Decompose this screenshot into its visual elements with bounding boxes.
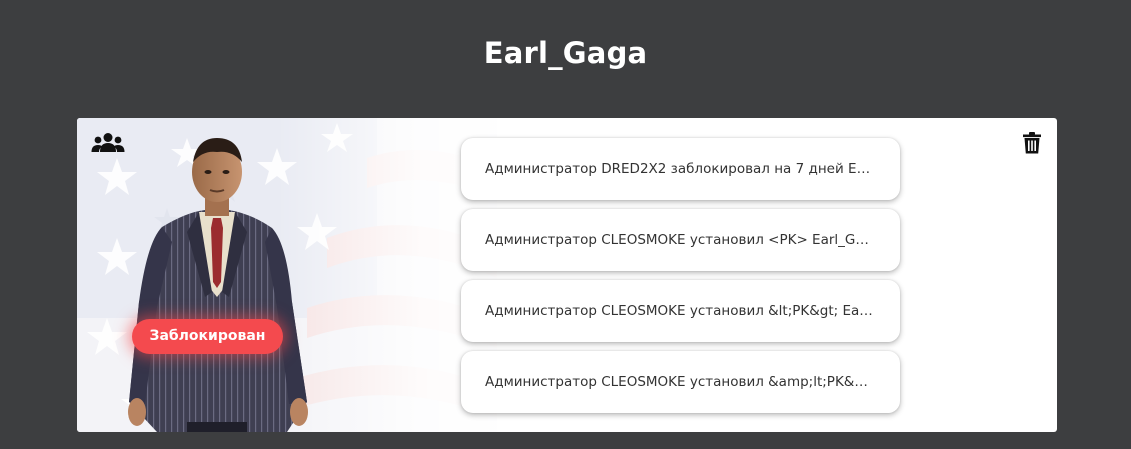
users-icon[interactable]	[91, 132, 125, 154]
log-item[interactable]: Администратор CLEOSMOKE установил &amp;l…	[461, 351, 900, 413]
log-item[interactable]: Администратор CLEOSMOKE установил <PK> E…	[461, 209, 900, 271]
log-text: Администратор CLEOSMOKE установил &amp;l…	[485, 374, 876, 390]
page-title: Earl_Gaga	[483, 36, 648, 70]
player-card: Заблокирован Администратор DRED2X2 забло…	[77, 118, 1057, 432]
log-text: Администратор CLEOSMOKE установил &lt;PK…	[485, 303, 876, 319]
log-text: Администратор CLEOSMOKE установил <PK> E…	[485, 232, 876, 248]
trash-icon[interactable]	[1023, 132, 1041, 154]
log-text: Администратор DRED2X2 заблокировал на 7 …	[485, 161, 876, 177]
log-item[interactable]: Администратор CLEOSMOKE установил &lt;PK…	[461, 280, 900, 342]
log-item[interactable]: Администратор DRED2X2 заблокировал на 7 …	[461, 138, 900, 200]
player-skin-image	[117, 132, 317, 432]
log-list: Администратор DRED2X2 заблокировал на 7 …	[461, 138, 900, 422]
status-badge: Заблокирован	[132, 319, 283, 354]
